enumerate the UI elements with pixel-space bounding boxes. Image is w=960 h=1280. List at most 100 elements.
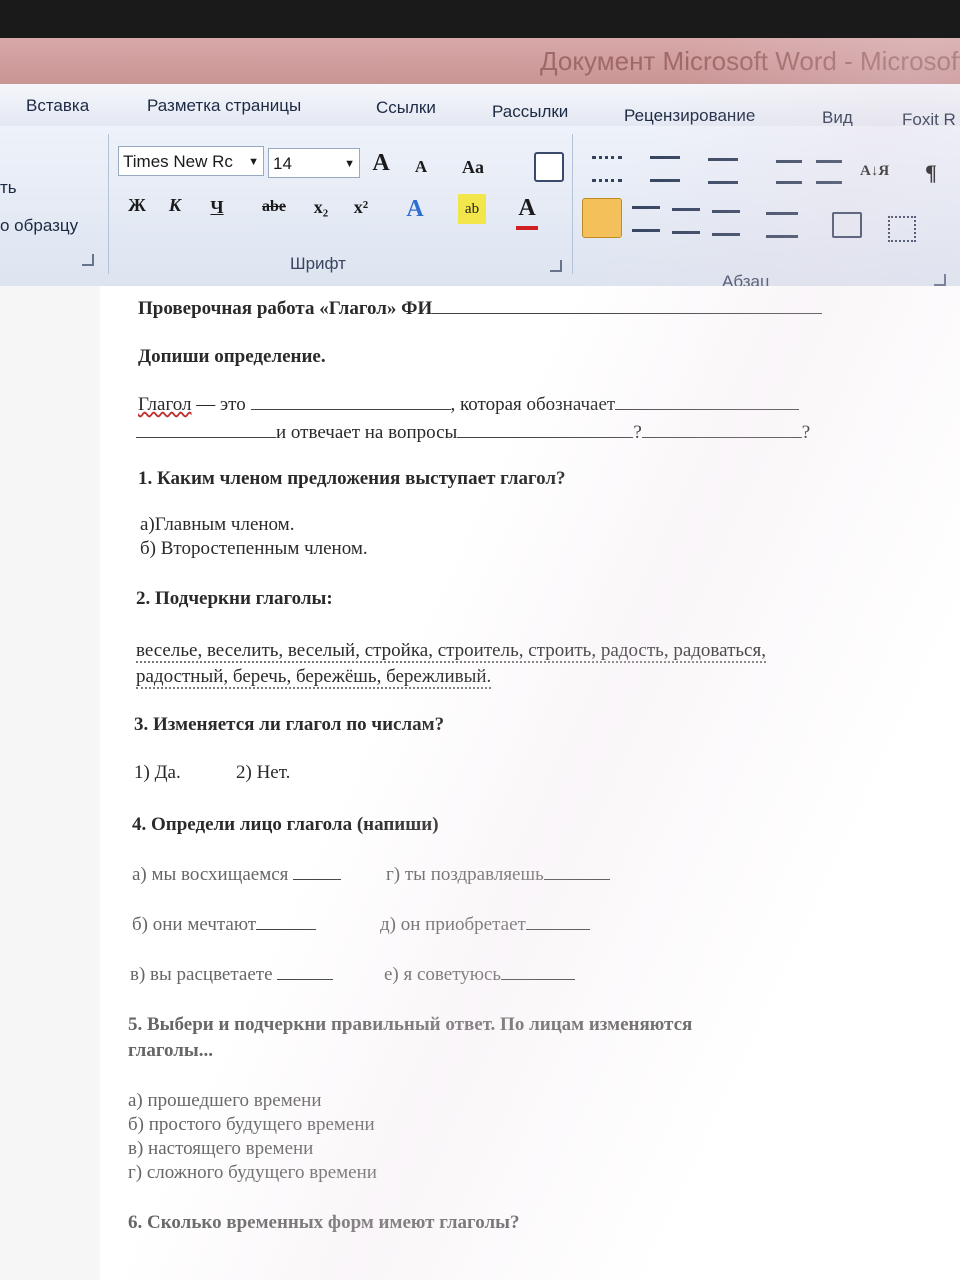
def-blank — [615, 408, 800, 410]
q4-blank — [543, 878, 610, 880]
q4-blank — [525, 928, 590, 930]
font-size-combo[interactable]: 14 ▼ — [268, 148, 360, 178]
name-blank — [432, 312, 823, 314]
clear-format-icon[interactable] — [534, 152, 564, 182]
tab-review[interactable]: Рецензирование — [624, 106, 755, 126]
paragraph-launcher-icon[interactable] — [934, 274, 946, 286]
font-launcher-icon[interactable] — [550, 260, 562, 272]
def-word: Глагол — [138, 394, 192, 415]
ribbon-tabs: Вставка Разметка страницы Ссылки Рассылк… — [0, 84, 960, 129]
q2-words-text: веселье, веселить, веселый, стройка, стр… — [136, 640, 766, 663]
font-name-combo[interactable]: Times New Rc ▼ — [118, 146, 264, 176]
change-case-button[interactable]: Aa — [462, 152, 484, 182]
font-color-button[interactable]: A — [516, 196, 538, 230]
q3-option-b: 2) Нет. — [236, 762, 291, 783]
def-blank — [457, 436, 634, 438]
task-intro: Допиши определение. — [138, 346, 326, 367]
question-4: 4. Определи лицо глагола (напиши) — [132, 814, 439, 835]
q4-row-2b: д) он приобретает — [380, 914, 590, 936]
strikethrough-button[interactable]: abe — [262, 192, 286, 222]
q4-row-1b: г) ты поздравляешь — [386, 864, 610, 886]
doc-title-row: Проверочная работа «Глагол» ФИ — [138, 298, 823, 320]
question-2: 2. Подчеркни глаголы: — [136, 588, 333, 609]
q4-blank — [293, 878, 342, 880]
def-qmark: ? — [801, 422, 811, 443]
q4-blank — [277, 978, 334, 980]
paste-label[interactable]: ть — [0, 178, 17, 198]
align-left-icon[interactable] — [582, 198, 622, 238]
show-marks-button[interactable]: ¶ — [920, 158, 942, 188]
increase-indent-icon[interactable] — [816, 160, 842, 184]
definition-row-2: и отвечает на вопросы?? — [136, 422, 810, 444]
bullets-icon[interactable] — [592, 156, 622, 182]
q5-option-a: а) прошедшего времени — [128, 1090, 322, 1111]
q4-item: а) мы восхищаемся — [132, 864, 289, 885]
def-dash: — это — [191, 394, 251, 415]
bold-button[interactable]: Ж — [126, 190, 148, 220]
font-group-label: Шрифт — [290, 254, 346, 273]
align-right-icon[interactable] — [672, 208, 700, 234]
q4-item: е) я советуюсь — [384, 964, 502, 985]
q4-row-1: а) мы восхищаемся — [132, 864, 342, 886]
q2-words-line-2: радостный, беречь, бережёшь, бережливый. — [136, 666, 492, 689]
underline-button[interactable]: Ч — [206, 192, 228, 222]
q1-option-b: б) Второстепенным членом. — [140, 538, 368, 559]
chevron-down-icon[interactable]: ▼ — [248, 147, 259, 175]
group-divider — [108, 134, 109, 274]
font-size-value: 14 — [273, 154, 292, 173]
definition-row: Глагол — это , которая обозначает — [138, 394, 800, 416]
group-divider — [572, 134, 573, 274]
question-5-line-1: 5. Выбери и подчеркни правильный ответ. … — [128, 1014, 693, 1035]
document-area: Проверочная работа «Глагол» ФИ Допиши оп… — [0, 286, 960, 1280]
q2-words-text: радостный, беречь, бережёшь, бережливый. — [136, 666, 492, 689]
numbering-icon[interactable] — [650, 156, 680, 182]
q3-option-a: 1) Да. — [134, 762, 181, 783]
q4-item: г) ты поздравляешь — [386, 864, 544, 885]
grow-font-button[interactable]: A — [370, 148, 392, 178]
q5-option-v: в) настоящего времени — [128, 1138, 314, 1159]
borders-icon[interactable] — [888, 216, 916, 242]
q4-item: б) они мечтают — [132, 914, 257, 935]
clipboard-launcher-icon[interactable] — [82, 254, 94, 266]
line-spacing-icon[interactable] — [766, 212, 798, 238]
sort-button[interactable]: А↓Я — [860, 156, 889, 186]
q4-item: в) вы расцветаете — [130, 964, 273, 985]
page-margin — [0, 286, 100, 1280]
q5-option-b: б) простого будущего времени — [128, 1114, 375, 1135]
tab-insert[interactable]: Вставка — [26, 96, 89, 116]
tab-view[interactable]: Вид — [822, 108, 853, 128]
text-effects-button[interactable]: A — [404, 194, 426, 224]
format-painter-button[interactable]: о образцу — [0, 216, 78, 236]
q4-blank — [256, 928, 317, 930]
document-page[interactable]: Проверочная работа «Глагол» ФИ Допиши оп… — [100, 286, 960, 1280]
q5-option-g: г) сложного будущего времени — [128, 1162, 377, 1183]
shading-icon[interactable] — [832, 212, 862, 238]
question-6: 6. Сколько временных форм имеют глаголы? — [128, 1212, 520, 1233]
superscript-button[interactable]: x² — [350, 192, 372, 222]
shrink-font-button[interactable]: A — [410, 152, 432, 182]
q4-item: д) он приобретает — [380, 914, 526, 935]
def-blank — [250, 408, 451, 410]
decrease-indent-icon[interactable] — [776, 160, 802, 184]
align-center-icon[interactable] — [632, 206, 660, 232]
italic-button[interactable]: К — [164, 190, 186, 220]
font-name-value: Times New Rc — [123, 152, 233, 171]
chevron-down-icon[interactable]: ▼ — [344, 149, 355, 177]
q4-row-3: в) вы расцветаете — [130, 964, 334, 986]
doc-title: Проверочная работа «Глагол» ФИ — [138, 298, 433, 319]
q4-row-2: б) они мечтают — [132, 914, 317, 936]
q4-blank — [501, 978, 576, 980]
def-answers: и отвечает на вопросы — [276, 422, 458, 443]
word-window: Документ Microsoft Word - Microsoft Вста… — [0, 38, 960, 1280]
highlight-button[interactable]: ab — [458, 194, 486, 224]
subscript-button[interactable]: x₂ — [310, 192, 332, 222]
tab-page-layout[interactable]: Разметка страницы — [147, 96, 301, 116]
def-qmark: ? — [633, 422, 642, 443]
justify-icon[interactable] — [712, 210, 740, 236]
window-title: Документ Microsoft Word - Microsoft — [540, 46, 960, 76]
q2-words-line-1: веселье, веселить, веселый, стройка, стр… — [136, 640, 766, 663]
tab-mailings[interactable]: Рассылки — [492, 102, 568, 122]
tab-references[interactable]: Ссылки — [376, 98, 436, 118]
ribbon: ть о образцу Times New Rc ▼ 14 ▼ A A Aa … — [0, 126, 960, 291]
multilevel-list-icon[interactable] — [708, 158, 738, 184]
